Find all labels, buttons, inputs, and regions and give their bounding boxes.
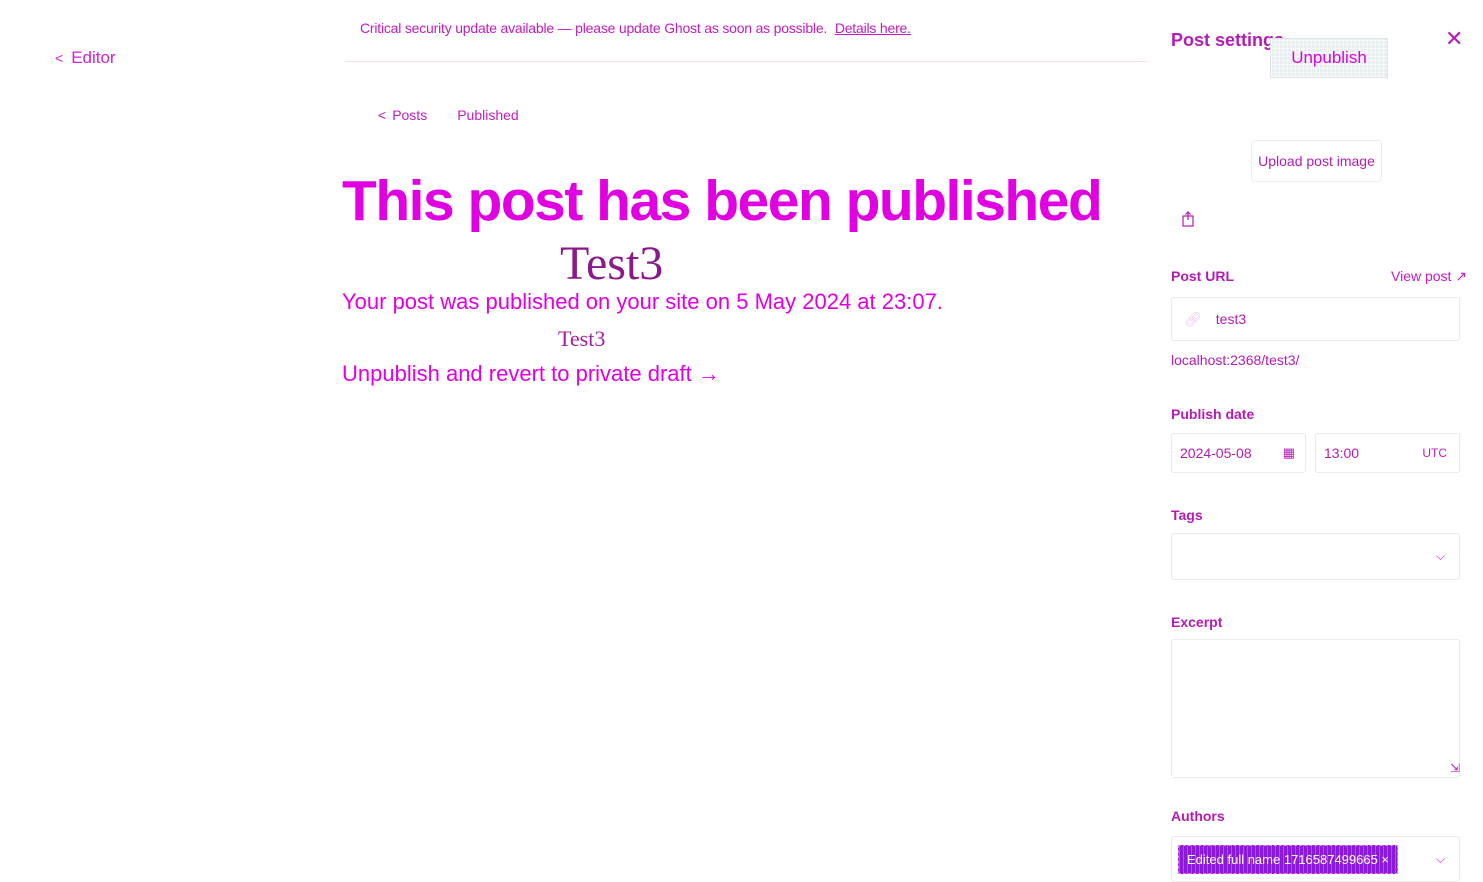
tags-label: Tags <box>1171 507 1203 523</box>
publish-date-label: Publish date <box>1171 406 1255 422</box>
link-icon: 🔗︎ <box>1184 310 1202 327</box>
unpublish-button[interactable]: Unpublish <box>1270 38 1388 78</box>
close-icon[interactable]: ✕ <box>1445 26 1463 52</box>
banner-divider <box>345 61 1147 62</box>
chevron-down-icon: ⌵ <box>1435 851 1445 866</box>
chevron-left-icon: < <box>55 50 64 66</box>
author-chip[interactable]: Edited full name 1716587499665 × <box>1178 844 1399 874</box>
published-subtitle: Your post was published on your site on … <box>342 289 943 314</box>
image-icon[interactable] <box>1182 211 1194 227</box>
calendar-icon: ▦ <box>1282 445 1295 460</box>
breadcrumb: < Posts Published <box>378 107 519 123</box>
post-url-input[interactable]: 🔗︎ test3 <box>1171 297 1460 341</box>
security-details-link[interactable]: Details here. <box>835 20 911 36</box>
post-url-label: Post URL <box>1171 268 1234 284</box>
excerpt-textarea[interactable] <box>1171 639 1460 778</box>
publish-time-input[interactable]: 13:00 UTC <box>1315 433 1460 473</box>
unpublish-revert-link[interactable]: Unpublish and revert to private draft → <box>342 361 720 387</box>
breadcrumb-posts-label: Posts <box>392 107 428 123</box>
security-banner-text: Critical security update available — ple… <box>360 20 828 36</box>
post-title-small: Test3 <box>558 326 606 351</box>
authors-select[interactable]: Edited full name 1716587499665 × ⌵ <box>1171 836 1460 882</box>
authors-label: Authors <box>1171 808 1225 824</box>
excerpt-label: Excerpt <box>1171 614 1223 630</box>
tags-select[interactable]: ⌵ <box>1171 533 1460 580</box>
timezone-label: UTC <box>1422 446 1447 460</box>
post-url-hint: localhost:2368/test3/ <box>1171 352 1300 368</box>
publish-date-input[interactable]: 2024-05-08 ▦ <box>1171 433 1306 473</box>
publish-date-value: 2024-05-08 <box>1180 445 1252 461</box>
published-heading: This post has been published <box>342 168 1103 234</box>
security-banner: Critical security update available — ple… <box>360 20 911 36</box>
chevron-left-icon: < <box>378 107 387 123</box>
post-settings-title: Post settings <box>1171 30 1285 50</box>
back-to-editor-label: Editor <box>71 48 116 67</box>
post-url-slug: test3 <box>1215 311 1247 327</box>
publish-time-value: 13:00 <box>1324 445 1360 461</box>
chevron-down-icon: ⌵ <box>1435 549 1445 563</box>
resize-handle-icon[interactable]: ⇲ <box>1450 761 1460 775</box>
back-to-editor-link[interactable]: < Editor <box>55 48 116 68</box>
upload-post-image-button[interactable]: Upload post image <box>1251 140 1382 182</box>
post-title-large: Test3 <box>560 237 664 290</box>
view-post-link[interactable]: View post ↗ <box>1391 268 1467 285</box>
breadcrumb-current: Published <box>457 107 519 123</box>
breadcrumb-posts-link[interactable]: < Posts <box>378 107 427 123</box>
